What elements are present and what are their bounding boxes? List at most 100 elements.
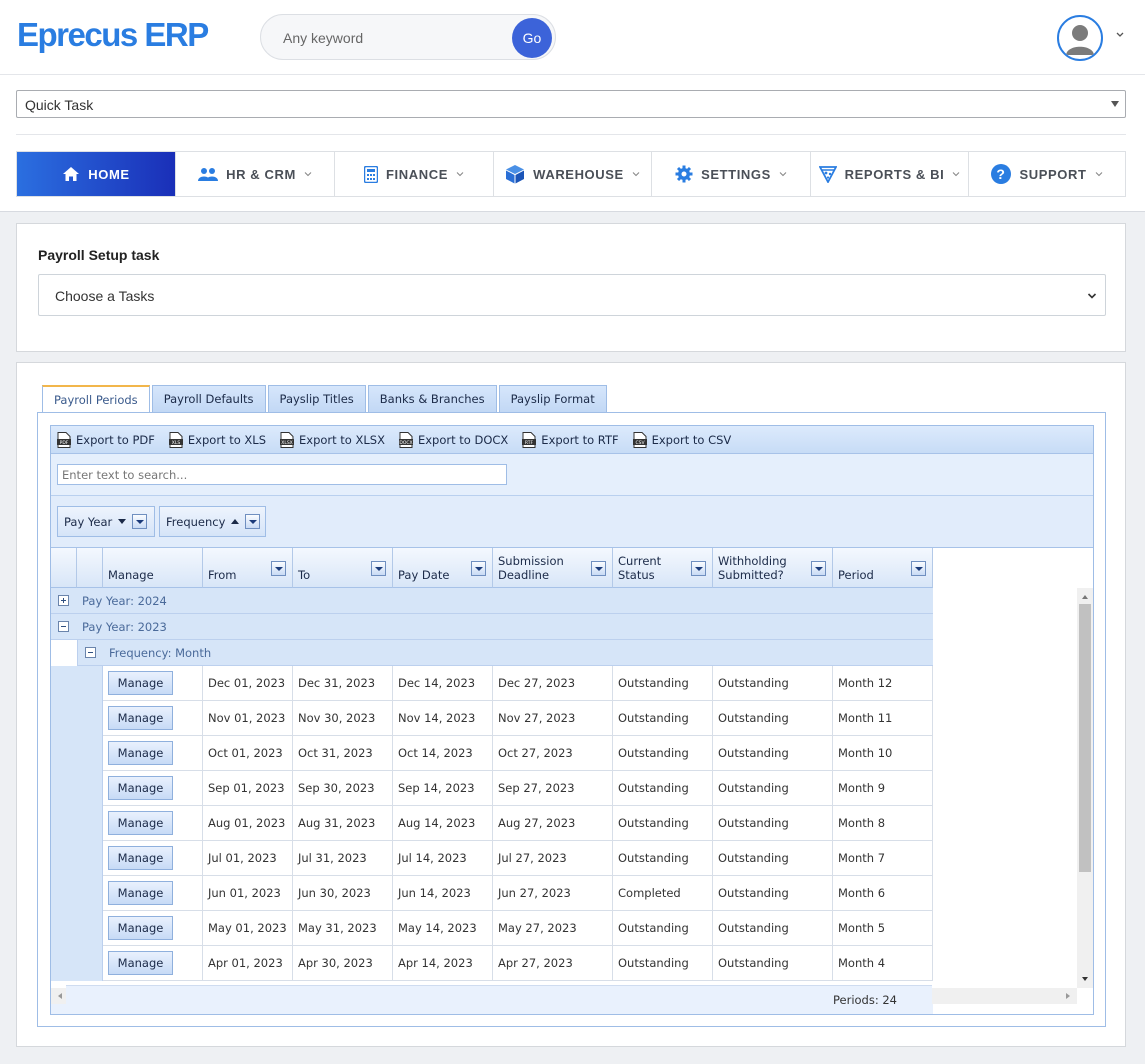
cell-period: Month 4 bbox=[833, 946, 933, 981]
tab-payslip-format[interactable]: Payslip Format bbox=[498, 385, 607, 412]
filter-dropdown-icon[interactable] bbox=[371, 561, 386, 576]
scroll-up-icon[interactable] bbox=[1077, 590, 1093, 604]
group-row-2023[interactable]: Pay Year: 2023 bbox=[51, 614, 933, 640]
cell-value: Apr 01, 2023 bbox=[208, 956, 283, 970]
group-by-pay-year[interactable]: Pay Year bbox=[57, 506, 155, 537]
go-button[interactable]: Go bbox=[512, 18, 552, 58]
export-pdf-button[interactable]: PDF Export to PDF bbox=[57, 431, 155, 448]
manage-button[interactable]: Manage bbox=[108, 881, 173, 905]
scroll-right-icon[interactable] bbox=[1061, 988, 1075, 1004]
group-row-2024[interactable]: Pay Year: 2024 bbox=[51, 588, 933, 614]
column-header-from[interactable]: From bbox=[203, 548, 293, 588]
column-header-to[interactable]: To bbox=[293, 548, 393, 588]
button-label: Export to DOCX bbox=[417, 432, 509, 447]
nav-settings[interactable]: SETTINGS bbox=[652, 152, 811, 196]
cell-value: Outstanding bbox=[718, 956, 789, 970]
group-by-panel: Pay Year Frequency bbox=[51, 496, 1093, 548]
cell-current-status: Completed bbox=[613, 876, 713, 911]
global-search: Go bbox=[260, 14, 556, 60]
cell-submission-deadline: Jun 27, 2023 bbox=[493, 876, 613, 911]
document-shape: XLS bbox=[168, 431, 183, 448]
cell-value: Jul 27, 2023 bbox=[498, 851, 567, 865]
filter-dropdown-icon[interactable] bbox=[471, 561, 486, 576]
filter-dropdown-icon[interactable] bbox=[811, 561, 826, 576]
manage-button[interactable]: Manage bbox=[108, 741, 173, 765]
quick-task-select[interactable]: Quick Task bbox=[16, 90, 1126, 118]
column-header-period[interactable]: Period bbox=[833, 548, 933, 588]
nav-reports-bi[interactable]: REPORTS & BI bbox=[811, 152, 969, 196]
export-rtf-button[interactable]: RTF Export to RTF bbox=[522, 431, 619, 448]
cell-to: Jul 31, 2023 bbox=[293, 841, 393, 876]
cell-value: Apr 27, 2023 bbox=[498, 956, 573, 970]
grid-search-input[interactable] bbox=[57, 464, 507, 485]
nav-home[interactable]: HOME bbox=[17, 152, 176, 196]
filter-dropdown-icon[interactable] bbox=[245, 514, 261, 529]
user-avatar[interactable] bbox=[1057, 15, 1103, 61]
user-icon bbox=[1066, 25, 1094, 55]
nav-support[interactable]: ? SUPPORT bbox=[969, 152, 1125, 196]
tab-banks-branches[interactable]: Banks & Branches bbox=[367, 385, 497, 412]
export-docx-button[interactable]: DOCX Export to DOCX bbox=[398, 431, 509, 448]
manage-button[interactable]: Manage bbox=[108, 916, 173, 940]
box-icon bbox=[506, 165, 525, 184]
manage-button[interactable]: Manage bbox=[108, 776, 173, 800]
filter-dropdown-icon[interactable] bbox=[591, 561, 606, 576]
cell-value: Month 4 bbox=[838, 956, 886, 970]
manage-button[interactable]: Manage bbox=[108, 846, 173, 870]
cell-current-status: Outstanding bbox=[613, 946, 713, 981]
vertical-scrollbar[interactable] bbox=[1077, 588, 1093, 988]
column-header-withholding-submitted[interactable]: Withholding Submitted? bbox=[713, 548, 833, 588]
cell-value: Outstanding bbox=[618, 851, 689, 865]
cell-value: Dec 27, 2023 bbox=[498, 676, 576, 690]
tab-bar: Payroll Periods Payroll Defaults Payslip… bbox=[42, 385, 607, 413]
app-logo[interactable]: Eprecus ERP bbox=[17, 16, 209, 54]
export-csv-button[interactable]: CSV Export to CSV bbox=[632, 431, 731, 448]
filter-dropdown-icon[interactable] bbox=[691, 561, 706, 576]
manage-button[interactable]: Manage bbox=[108, 951, 173, 975]
export-xlsx-button[interactable]: XLSX Export to XLSX bbox=[280, 431, 385, 448]
expand-icon[interactable] bbox=[58, 595, 69, 606]
nav-label: FINANCE bbox=[386, 166, 448, 182]
column-header-current-status[interactable]: Current Status bbox=[613, 548, 713, 588]
filter-dropdown-icon[interactable] bbox=[132, 514, 148, 529]
cell-value: Jul 14, 2023 bbox=[398, 851, 467, 865]
scroll-down-icon[interactable] bbox=[1077, 972, 1093, 986]
cell-current-status: Outstanding bbox=[613, 701, 713, 736]
export-xls-button[interactable]: XLS Export to XLS bbox=[168, 431, 266, 448]
cell-value: Month 12 bbox=[838, 676, 893, 690]
scrollbar-thumb[interactable] bbox=[1079, 604, 1091, 872]
document-shape: DOCX bbox=[398, 431, 413, 448]
nav-finance[interactable]: FINANCE bbox=[335, 152, 494, 196]
cell-value: Month 11 bbox=[838, 711, 893, 725]
tab-payroll-periods[interactable]: Payroll Periods bbox=[42, 385, 150, 413]
collapse-icon[interactable] bbox=[58, 621, 69, 632]
chevron-down-icon[interactable] bbox=[1115, 30, 1125, 40]
cell-pay-date: Aug 14, 2023 bbox=[393, 806, 493, 841]
nav-hr-crm[interactable]: HR & CRM bbox=[176, 152, 335, 196]
nav-warehouse[interactable]: WAREHOUSE bbox=[494, 152, 652, 196]
column-header-submission-deadline[interactable]: Submission Deadline bbox=[493, 548, 613, 588]
cell-period: Month 6 bbox=[833, 876, 933, 911]
main-nav: HOME HR & CRM FINANCE WAREHOUSE SETTINGS… bbox=[16, 151, 1126, 197]
global-search-input[interactable] bbox=[283, 27, 503, 49]
manage-button[interactable]: Manage bbox=[108, 706, 173, 730]
quick-task-area: Quick Task HOME HR & CRM FINANCE WAREHOU… bbox=[0, 75, 1145, 212]
cell-value: Oct 14, 2023 bbox=[398, 746, 473, 760]
manage-button[interactable]: Manage bbox=[108, 671, 173, 695]
filter-dropdown-icon[interactable] bbox=[911, 561, 926, 576]
grid-search-row bbox=[51, 454, 1093, 496]
column-header-pay-date[interactable]: Pay Date bbox=[393, 548, 493, 588]
group-by-frequency[interactable]: Frequency bbox=[159, 506, 266, 537]
tab-payroll-defaults[interactable]: Payroll Defaults bbox=[151, 385, 266, 412]
cell-manage: Manage bbox=[103, 911, 203, 946]
scroll-left-icon[interactable] bbox=[53, 988, 67, 1004]
tasks-select[interactable]: Choose a Tasks bbox=[38, 274, 1106, 316]
tab-payslip-titles[interactable]: Payslip Titles bbox=[267, 385, 366, 412]
group-row-month[interactable]: Frequency: Month bbox=[77, 640, 933, 666]
collapse-icon[interactable] bbox=[85, 647, 96, 658]
cell-value: May 31, 2023 bbox=[298, 921, 377, 935]
table-row: Manage Jun 01, 2023 Jun 30, 2023 Jun 14, 20… bbox=[51, 876, 933, 911]
cell-from: May 01, 2023 bbox=[203, 911, 293, 946]
manage-button[interactable]: Manage bbox=[108, 811, 173, 835]
filter-dropdown-icon[interactable] bbox=[271, 561, 286, 576]
